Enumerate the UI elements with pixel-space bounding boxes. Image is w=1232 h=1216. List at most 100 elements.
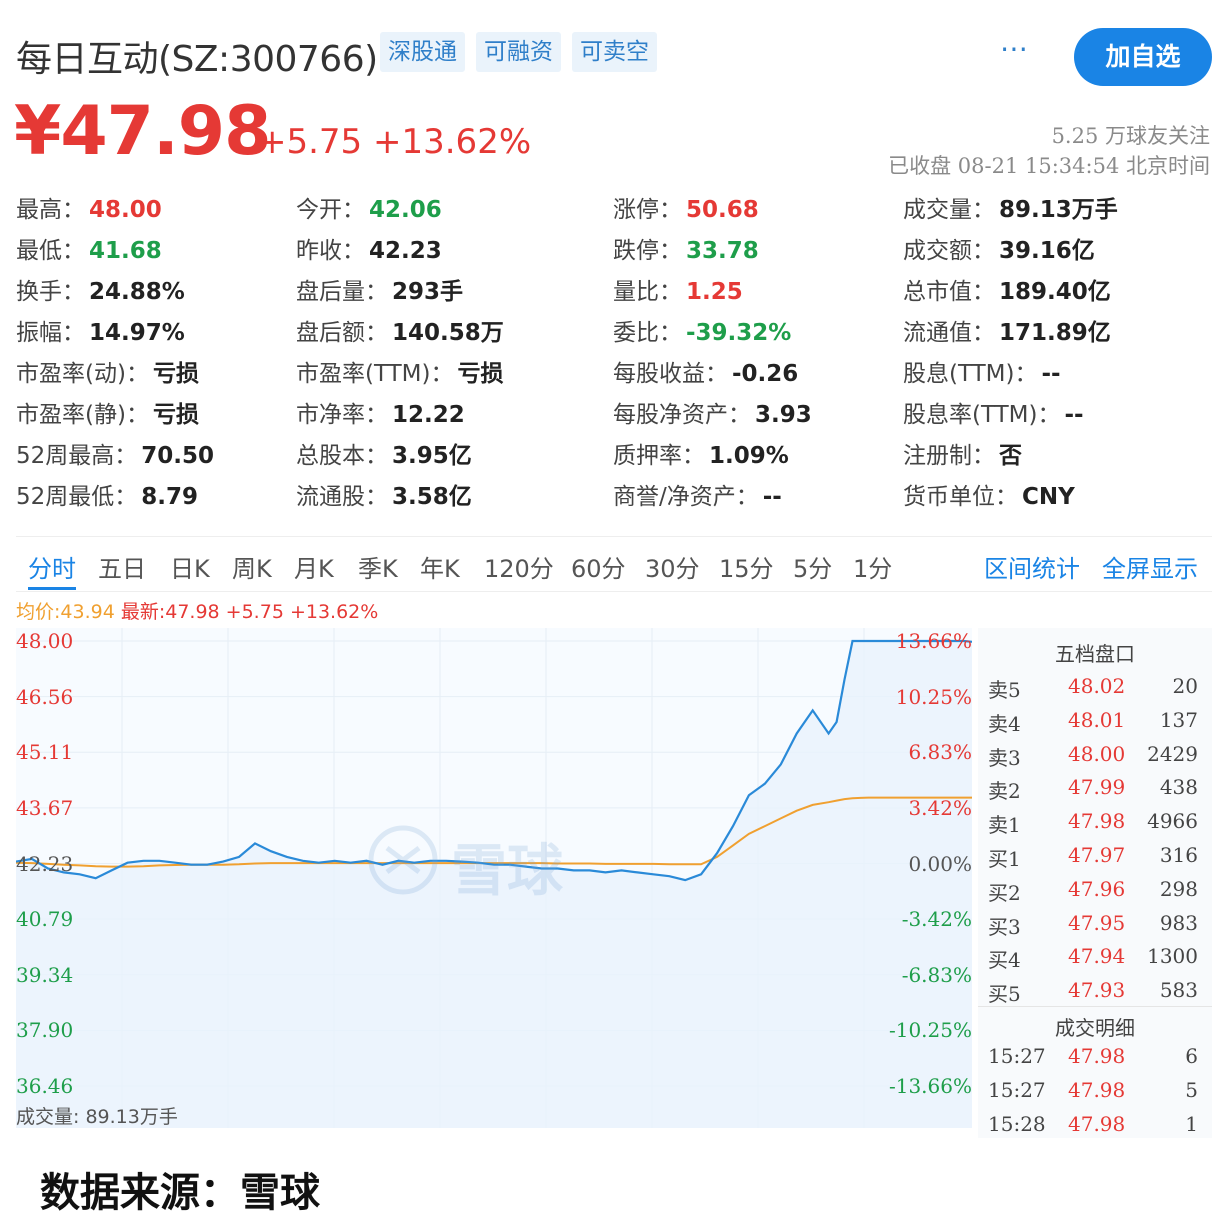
quote-label: 货币单位： xyxy=(903,484,1018,510)
quote-value: 亏损 xyxy=(152,361,199,387)
y-tick-right: -6.83% xyxy=(901,962,972,987)
tab-6[interactable]: 年K xyxy=(420,549,460,584)
chart-legend: 均价:43.94 最新:47.98 +5.75 +13.62% xyxy=(16,597,378,624)
quote-value: 3.93 xyxy=(755,402,812,428)
tab-5[interactable]: 季K xyxy=(358,549,398,584)
level-price: 47.99 xyxy=(1068,775,1126,800)
y-tick-right: -10.25% xyxy=(888,1018,972,1043)
quote-label: 成交量： xyxy=(903,197,995,223)
tab-9[interactable]: 30分 xyxy=(645,549,700,584)
quote-item: 跌停： 33.78 xyxy=(613,231,759,271)
volume-label: 成交量: 89.13万手 xyxy=(16,1106,178,1128)
y-tick-right: 3.42% xyxy=(908,795,972,820)
quote-label: 52周最低： xyxy=(16,484,138,510)
quote-item: 每股净资产： 3.93 xyxy=(613,395,812,435)
level-price: 48.01 xyxy=(1068,707,1126,732)
quote-item: 量比： 1.25 xyxy=(613,272,743,312)
quote-label: 市净率： xyxy=(296,402,388,428)
quote-label: 总股本： xyxy=(296,443,388,469)
fullscreen-button[interactable]: 全屏显示 xyxy=(1102,549,1198,584)
quote-item: 股息率(TTM)： -- xyxy=(903,395,1084,435)
quote-label: 今开： xyxy=(296,197,365,223)
quote-grid: 最高： 48.00 今开： 42.06 涨停： 50.68 成交量： 89.13万手 最低： 41… xyxy=(16,190,1216,520)
quote-item: 换手： 24.88% xyxy=(16,272,185,312)
quote-value: -- xyxy=(762,484,782,510)
quote-label: 振幅： xyxy=(16,320,85,346)
quote-label: 涨停： xyxy=(613,197,682,223)
quote-value: CNY xyxy=(1022,484,1075,510)
y-tick-left: 42.23 xyxy=(16,851,74,876)
legend-latest-price: 最新:47.98 +5.75 +13.62% xyxy=(120,601,379,623)
level-price: 48.02 xyxy=(1068,674,1126,698)
quote-value: 1.09% xyxy=(709,443,789,469)
quote-item: 最低： 41.68 xyxy=(16,231,162,271)
quote-value: 亏损 xyxy=(457,361,504,387)
badge-margin[interactable]: 可融资 xyxy=(476,32,561,72)
level-label: 卖5 xyxy=(988,678,1021,702)
y-tick-left: 37.90 xyxy=(16,1018,74,1043)
trade-row: 15:27 47.98 5 xyxy=(978,1072,1212,1106)
quote-value: 14.97% xyxy=(89,320,185,346)
quote-label: 盘后量： xyxy=(296,279,388,305)
tab-1[interactable]: 五日 xyxy=(98,549,146,584)
more-icon[interactable]: ⋯ xyxy=(1000,32,1030,65)
quote-value: 50.68 xyxy=(686,197,759,223)
level-price: 47.97 xyxy=(1068,843,1126,867)
trade-volume: 6 xyxy=(1185,1044,1198,1068)
level-volume: 1300 xyxy=(1147,944,1198,969)
order-book-divider xyxy=(978,1006,1212,1007)
level-label: 买4 xyxy=(988,948,1021,973)
bid-row: 买1 47.97 316 xyxy=(978,837,1212,871)
range-stats-button[interactable]: 区间统计 xyxy=(984,549,1080,584)
quote-item: 股息(TTM)： -- xyxy=(903,354,1061,394)
follower-count[interactable]: 5.25 万球友关注 xyxy=(1052,120,1210,150)
quote-value: 否 xyxy=(999,443,1022,469)
quote-label: 委比： xyxy=(613,320,682,346)
quote-item: 每股收益： -0.26 xyxy=(613,354,798,394)
y-tick-right: -13.66% xyxy=(888,1074,972,1098)
quote-item: 盘后量： 293手 xyxy=(296,272,463,312)
ask-row: 卖1 47.98 4966 xyxy=(978,803,1212,837)
tab-2[interactable]: 日K xyxy=(170,549,210,584)
quote-item: 货币单位： CNY xyxy=(903,477,1075,517)
y-tick-left: 46.56 xyxy=(16,684,74,709)
quote-item: 市净率： 12.22 xyxy=(296,395,465,435)
tab-7[interactable]: 120分 xyxy=(484,549,554,584)
quote-label: 商誉/净资产： xyxy=(613,484,759,510)
tab-0[interactable]: 分时 xyxy=(28,549,76,584)
stock-header: 每日互动(SZ:300766) 深股通 可融资 可卖空 ⋯ 加自选 ¥47.98… xyxy=(0,0,1232,190)
level-label: 卖4 xyxy=(988,711,1021,736)
quote-item: 昨收： 42.23 xyxy=(296,231,442,271)
tab-12[interactable]: 1分 xyxy=(853,549,892,584)
price-change: +5.75 +13.62% xyxy=(258,122,532,162)
order-book-title: 五档盘口 xyxy=(1055,642,1135,666)
level-label: 买3 xyxy=(988,914,1021,939)
quote-label: 每股净资产： xyxy=(613,402,751,428)
active-tab-indicator xyxy=(28,587,76,590)
tab-4[interactable]: 月K xyxy=(294,549,334,584)
xueqiu-logo-icon xyxy=(368,825,438,895)
trade-volume: 1 xyxy=(1185,1112,1198,1136)
tab-11[interactable]: 5分 xyxy=(793,549,832,584)
legend-avg-price: 均价:43.94 xyxy=(16,601,115,623)
quote-label: 股息率(TTM)： xyxy=(903,402,1061,428)
quote-value: 89.13万手 xyxy=(999,197,1118,223)
add-watchlist-button[interactable]: 加自选 xyxy=(1074,28,1212,86)
quote-value: 亏损 xyxy=(152,402,199,428)
badge-hk-connect[interactable]: 深股通 xyxy=(380,32,465,72)
quote-value: 42.23 xyxy=(369,238,442,264)
badge-short[interactable]: 可卖空 xyxy=(572,32,657,72)
quote-value: 3.95亿 xyxy=(392,443,472,469)
tab-8[interactable]: 60分 xyxy=(571,549,626,584)
tab-3[interactable]: 周K xyxy=(232,549,272,584)
tab-10[interactable]: 15分 xyxy=(719,549,774,584)
quote-item: 市盈率(动)： 亏损 xyxy=(16,354,199,394)
quote-item: 盘后额： 140.58万 xyxy=(296,313,504,353)
level-label: 买1 xyxy=(988,847,1021,871)
ask-row: 卖3 48.00 2429 xyxy=(978,736,1212,770)
quote-label: 盘后额： xyxy=(296,320,388,346)
quote-value: -0.26 xyxy=(732,361,799,387)
quote-label: 质押率： xyxy=(613,443,705,469)
level-price: 47.93 xyxy=(1068,978,1126,1003)
quote-value: 39.16亿 xyxy=(999,238,1095,264)
